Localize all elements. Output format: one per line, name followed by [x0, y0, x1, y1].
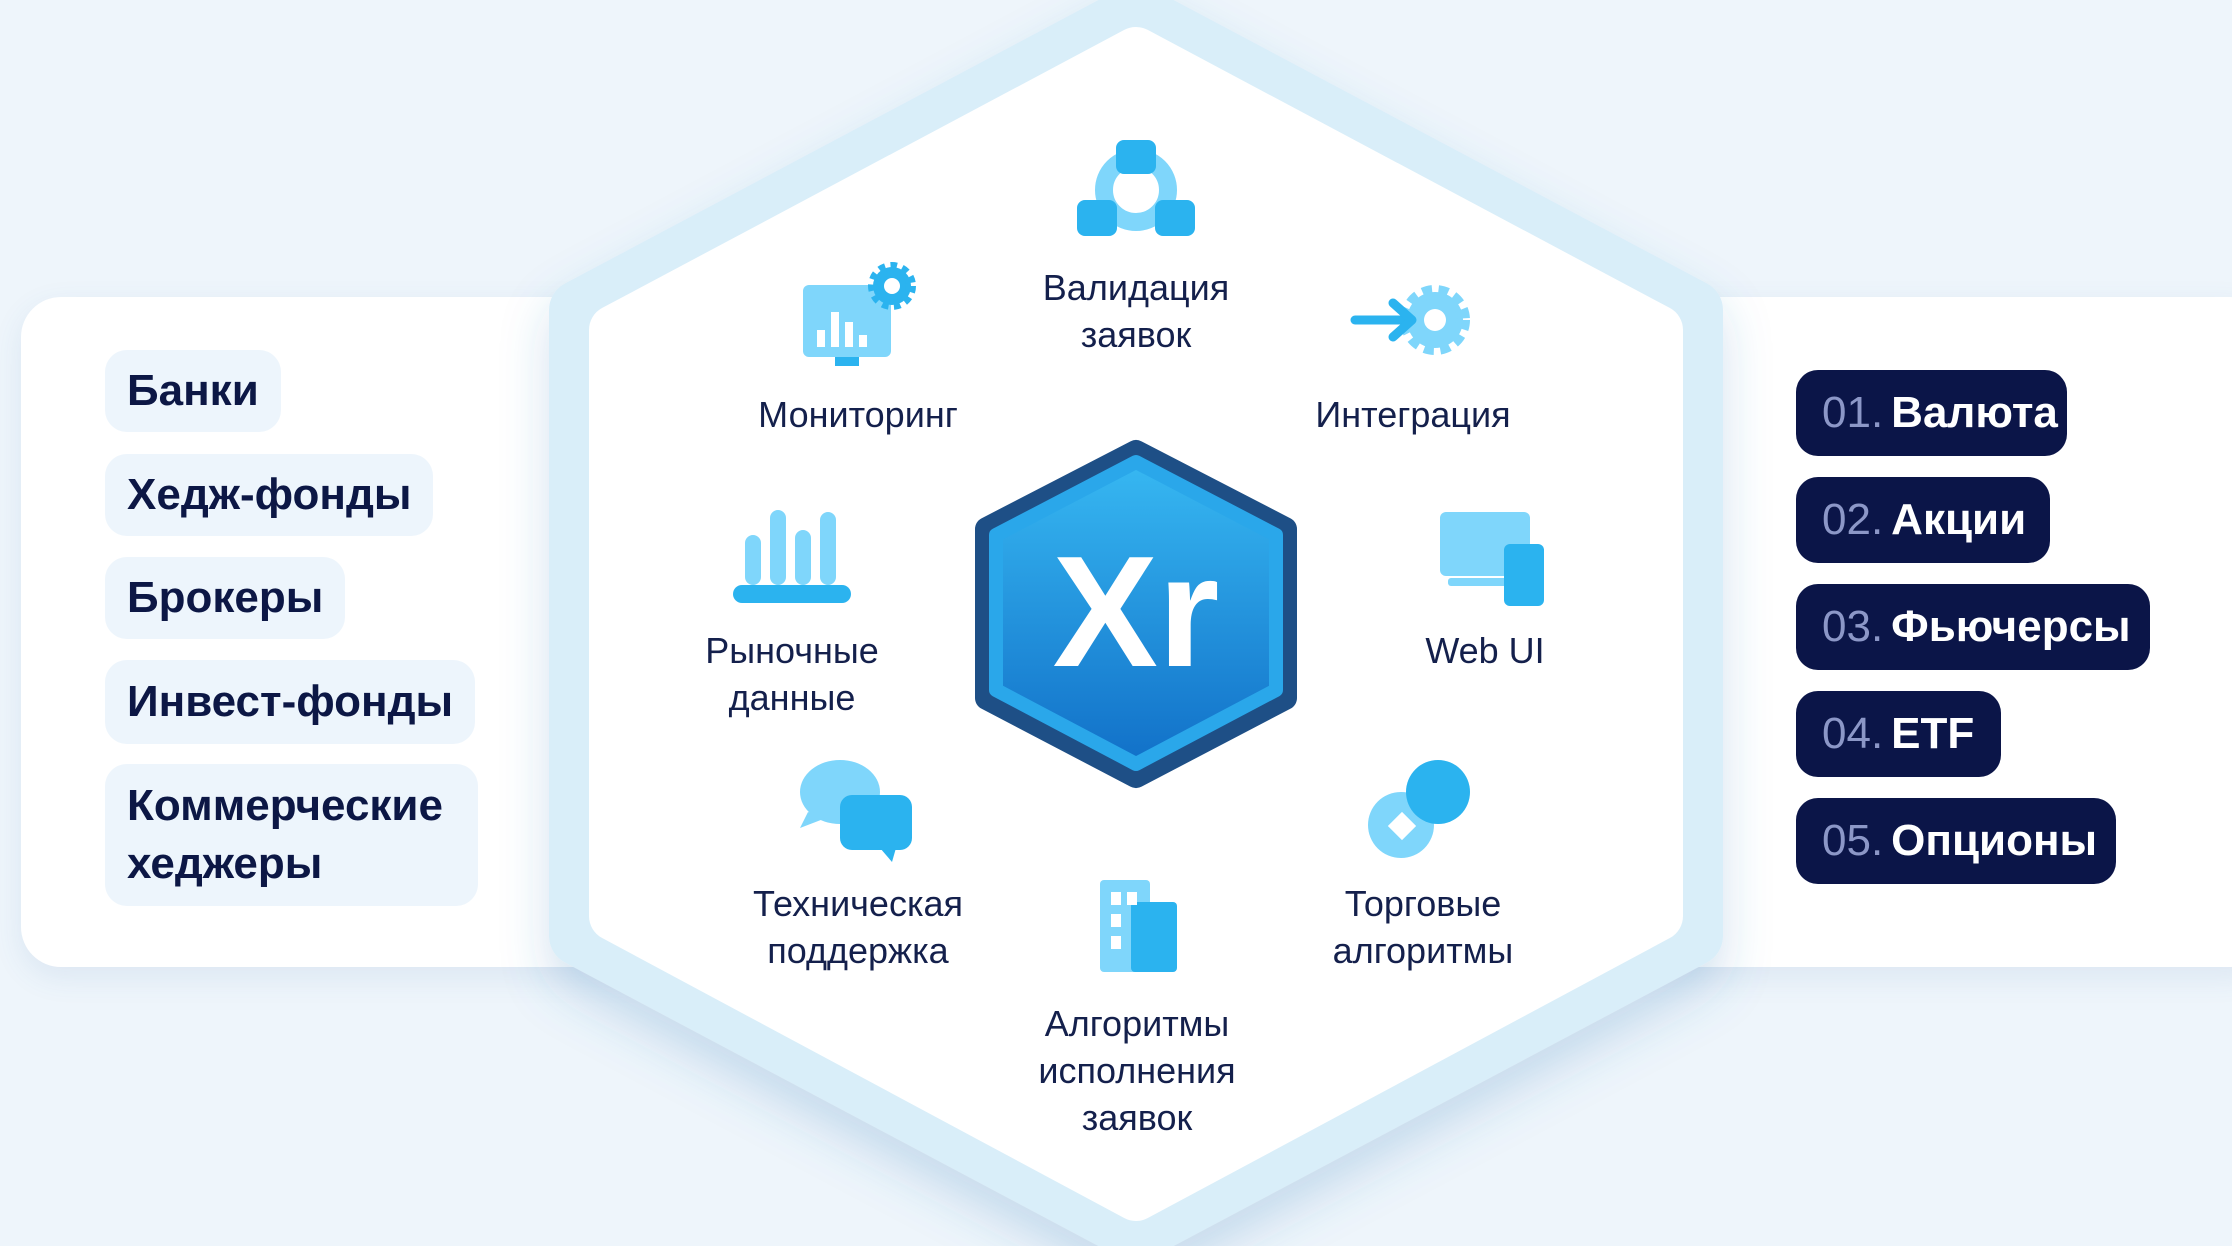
feature-label-integration: Интеграция [1315, 394, 1511, 435]
feature-label-validation: Валидация заявок [1042, 267, 1230, 355]
xr-logo: Xr [975, 440, 1297, 788]
feature-label-web-ui: Web UI [1425, 630, 1545, 671]
feature-label-trading-algos: Торговые алгоритмы [1332, 883, 1514, 971]
feature-label-monitoring: Мониторинг [758, 394, 958, 435]
feature-label-market-data: Рыночные данные [705, 630, 879, 718]
feature-label-execution-algos: Алгоритмы исполнения заявок [1038, 1003, 1236, 1138]
logo-text: Xr [1053, 524, 1220, 700]
feature-label-support: Техническая поддержка [752, 883, 964, 971]
